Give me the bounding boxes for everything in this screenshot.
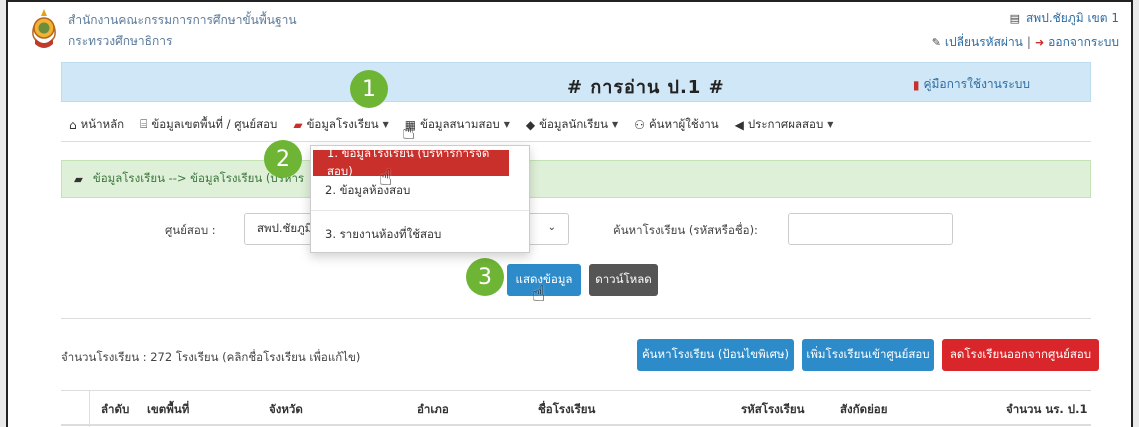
nav-item-label: ประกาศผลสอบ xyxy=(747,116,824,131)
nav-item-school[interactable]: ▰ ข้อมูลโรงเรียน ▼ xyxy=(285,108,396,142)
briefcase-icon: ▰ xyxy=(293,117,303,132)
page-title: # การอ่าน ป.1 # xyxy=(567,77,725,98)
dropdown-divider xyxy=(311,210,529,211)
nav-item-label: ข้อมูลโรงเรียน xyxy=(306,116,379,131)
ministry-logo xyxy=(32,9,56,48)
logout-icon: ➜ xyxy=(1034,35,1045,49)
column-header[interactable]: รหัสโรงเรียน xyxy=(741,401,804,419)
id-card-icon: ▤ xyxy=(1009,11,1020,25)
nav-item-label: ข้อมูลนักเรียน xyxy=(539,116,609,131)
hand-cursor-icon: ☝ xyxy=(532,282,546,307)
nav-item-students[interactable]: ◆ ข้อมูลนักเรียน ▼ xyxy=(518,108,626,142)
caret-down-icon: ▼ xyxy=(612,120,619,129)
bullhorn-icon: ◀ xyxy=(734,117,744,132)
school-search-input[interactable] xyxy=(788,213,953,245)
org-name: สำนักงานคณะกรรมการการศึกษาขั้นพื้นฐาน xyxy=(68,13,297,27)
download-button[interactable]: ดาวน์โหลด xyxy=(589,264,658,296)
column-header[interactable]: สังกัดย่อย xyxy=(840,401,887,419)
center-label: ศูนย์สอบ : xyxy=(165,223,216,237)
column-header[interactable]: ลำดับ xyxy=(101,401,129,419)
manual-link-label: คู่มือการใช้งานระบบ xyxy=(923,77,1030,91)
home-icon: ⌂ xyxy=(69,117,77,132)
user-line: ▤ สพป.ชัยภูมิ เขต 1 xyxy=(932,9,1119,27)
search-school-button[interactable]: ค้นหาโรงเรียน (ป้อนไขพิเศษ) xyxy=(637,339,794,371)
account-links: ✎ เปลี่ยนรหัสผ่าน | ➜ ออกจากระบบ xyxy=(932,31,1119,53)
logout-link[interactable]: ออกจากระบบ xyxy=(1048,33,1119,52)
briefcase-icon: ▰ xyxy=(74,172,83,186)
ministry-name: กระทรวงศึกษาธิการ xyxy=(68,34,173,48)
page-header: สำนักงานคณะกรรมการการศึกษาขั้นพื้นฐาน กร… xyxy=(8,2,1131,60)
breadcrumb: ▰ ข้อมูลโรงเรียน --> ข้อมูลโรงเรียน (บริ… xyxy=(61,160,1091,198)
column-header[interactable]: ชื่อโรงเรียน xyxy=(538,401,595,419)
book-icon: ▮ xyxy=(912,77,920,92)
column-header[interactable]: จังหวัด xyxy=(269,401,303,419)
chevron-down-icon: ⌄ xyxy=(547,222,556,233)
app-frame: สำนักงานคณะกรรมการการศึกษาขั้นพื้นฐาน กร… xyxy=(6,0,1133,427)
dropdown-item-room-report[interactable]: 3. รายงานห้องที่ใช้สอบ xyxy=(311,222,529,248)
caret-down-icon: ▼ xyxy=(503,120,510,129)
table-header: ลำดับ เขตพื้นที่ จังหวัด อำเภอ ชื่อโรงเร… xyxy=(61,390,1091,427)
step-badge-2: 2 xyxy=(264,140,302,178)
school-count: จำนวนโรงเรียน : 272 โรงเรียน (คลิกชื่อโร… xyxy=(61,350,361,364)
edit-icon: ✎ xyxy=(931,35,941,49)
column-header[interactable]: เขตพื้นที่ xyxy=(147,401,189,419)
main-navbar: ⌂ หน้าหลัก ⌸ ข้อมูลเขตพื้นที่ / ศูนย์สอบ… xyxy=(61,108,1091,142)
nav-item-label: หน้าหลัก xyxy=(80,116,125,131)
nav-item-results[interactable]: ◀ ประกาศผลสอบ ▼ xyxy=(727,108,842,142)
school-dropdown-menu: 1. ข้อมูลโรงเรียน (บริหารการจัดสอบ) 2. ข… xyxy=(310,145,530,253)
nav-item-users[interactable]: ⚇ ค้นหาผู้ใช้งาน xyxy=(626,108,726,142)
title-banner: # การอ่าน ป.1 # ▮ คู่มือการใช้งานระบบ xyxy=(61,62,1091,102)
nav-item-label: ข้อมูลสนามสอบ xyxy=(420,116,500,131)
step-badge-3: 3 xyxy=(466,258,504,296)
hand-cursor-icon: ☝ xyxy=(379,166,393,191)
remove-school-button[interactable]: ลดโรงเรียนออกจากศูนย์สอบ xyxy=(942,339,1099,371)
caret-down-icon: ▼ xyxy=(382,120,389,129)
nav-item-label: ข้อมูลเขตพื้นที่ / ศูนย์สอบ xyxy=(151,116,278,131)
caret-down-icon: ▼ xyxy=(827,120,834,129)
column-header[interactable]: อำเภอ xyxy=(417,401,449,419)
divider xyxy=(61,318,1091,319)
dropdown-item-exam-rooms[interactable]: 2. ข้อมูลห้องสอบ xyxy=(311,178,529,204)
graduation-cap-icon: ◆ xyxy=(525,117,536,132)
step-badge-1: 1 xyxy=(350,70,388,108)
nav-item-area[interactable]: ⌸ ข้อมูลเขตพื้นที่ / ศูนย์สอบ xyxy=(132,108,285,142)
user-box: ▤ สพป.ชัยภูมิ เขต 1 ✎ เปลี่ยนรหัสผ่าน | … xyxy=(932,9,1119,53)
dropdown-item-school-info[interactable]: 1. ข้อมูลโรงเรียน (บริหารการจัดสอบ) xyxy=(313,146,509,178)
link-separator: | xyxy=(1026,35,1031,49)
manual-link[interactable]: ▮ คู่มือการใช้งานระบบ xyxy=(913,75,1030,94)
nav-item-home[interactable]: ⌂ หน้าหลัก xyxy=(61,108,132,142)
users-icon: ⚇ xyxy=(634,117,645,132)
nav-item-label: ค้นหาผู้ใช้งาน xyxy=(648,116,719,131)
column-divider xyxy=(89,391,90,427)
column-header[interactable]: จำนวน นร. ป.1 xyxy=(1006,401,1087,419)
add-school-button[interactable]: เพิ่มโรงเรียนเข้าศูนย์สอบ xyxy=(802,339,934,371)
institution-icon: ⌸ xyxy=(140,117,148,131)
user-name: สพป.ชัยภูมิ เขต 1 xyxy=(1025,10,1119,25)
center-select-value: สพป.ชัยภูมิ xyxy=(257,221,313,235)
search-label: ค้นหาโรงเรียน (รหัสหรือชื่อ): xyxy=(613,223,758,237)
hand-cursor-icon: ☝ xyxy=(402,120,416,145)
change-password-link[interactable]: เปลี่ยนรหัสผ่าน xyxy=(945,33,1023,52)
